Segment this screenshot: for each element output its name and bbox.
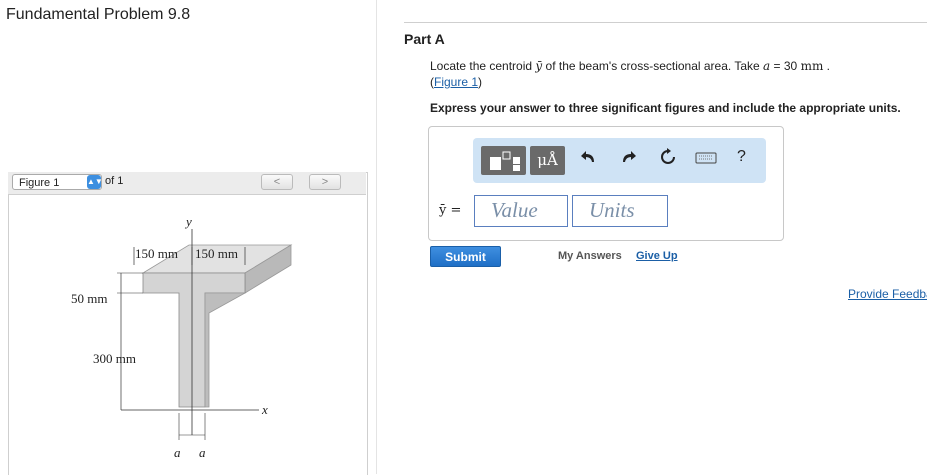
reset-icon[interactable] xyxy=(659,148,677,171)
redo-icon[interactable] xyxy=(619,148,637,171)
submit-button[interactable]: Submit xyxy=(430,246,501,267)
dim-left-label: 150 mm xyxy=(135,246,178,261)
figure-link-line: (Figure 1) xyxy=(430,75,483,89)
templates-button[interactable] xyxy=(481,146,526,175)
give-up-link[interactable]: Give Up xyxy=(636,250,678,262)
part-divider xyxy=(404,22,927,23)
answer-variable-label: ȳ = xyxy=(439,203,462,218)
prev-figure-button[interactable]: < xyxy=(261,174,293,190)
figure-count: of 1 xyxy=(105,175,124,187)
dim-web-label: 300 mm xyxy=(93,351,136,366)
units-button[interactable]: μÅ xyxy=(530,146,565,175)
select-arrows-icon[interactable]: ▲▼ xyxy=(87,175,103,189)
provide-feedback-link[interactable]: Provide Feedback xyxy=(848,287,927,301)
units-input[interactable]: Units xyxy=(572,195,668,227)
part-title: Part A xyxy=(404,31,445,47)
dim-right-label: 150 mm xyxy=(195,246,238,261)
pane-divider xyxy=(376,0,377,474)
instruction-text: Express your answer to three significant… xyxy=(430,101,901,115)
dim-a2-label: a xyxy=(199,445,206,460)
value-input[interactable]: Value xyxy=(474,195,568,227)
undo-icon[interactable] xyxy=(580,148,598,171)
dim-a1-label: a xyxy=(174,445,181,460)
templates-icon xyxy=(490,151,520,171)
my-answers-label: My Answers xyxy=(558,250,622,262)
web-side-face xyxy=(204,292,247,408)
x-axis-label: x xyxy=(261,402,268,417)
y-axis-label: y xyxy=(184,214,192,229)
keyboard-icon[interactable] xyxy=(695,148,717,171)
problem-title: Fundamental Problem 9.8 xyxy=(6,6,191,23)
math-toolbar: μÅ ? xyxy=(473,138,766,183)
question-text: Locate the centroid ȳ of the beam's cros… xyxy=(430,59,830,73)
dim-flange-label: 50 mm xyxy=(71,291,107,306)
figure-link[interactable]: Figure 1 xyxy=(434,75,478,89)
next-figure-button[interactable]: > xyxy=(309,174,341,190)
help-icon[interactable]: ? xyxy=(737,148,746,166)
beam-figure: y x 150 mm 150 mm 50 mm 300 mm a a xyxy=(71,214,293,460)
